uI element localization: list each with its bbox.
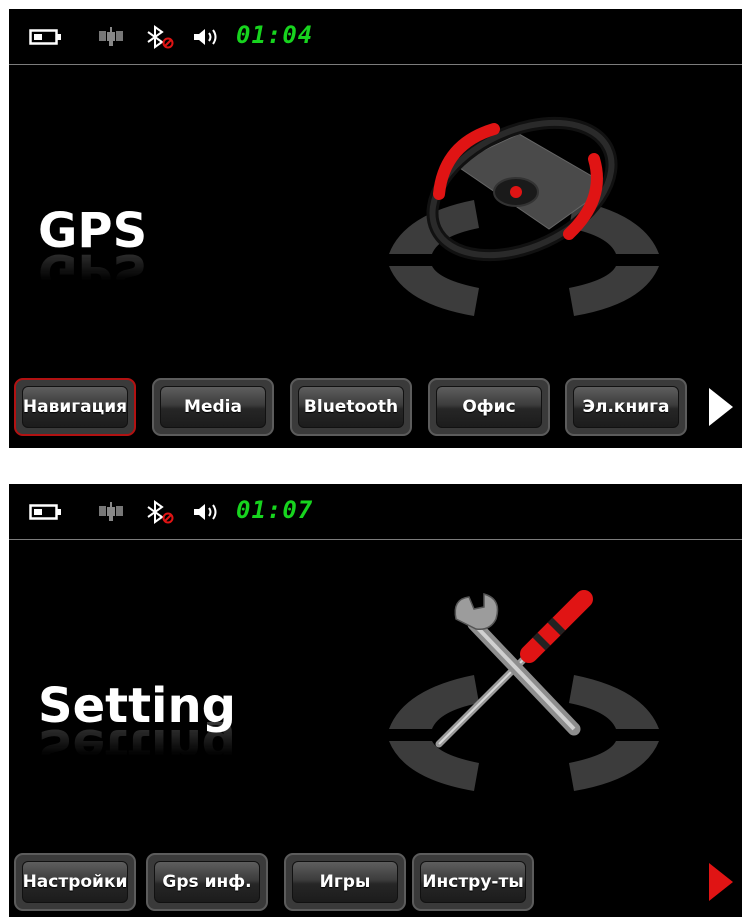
clock: 01:04 [236, 21, 314, 49]
page-title-reflection: GPS [38, 243, 148, 299]
dock-button-settings[interactable]: Настройки [14, 853, 136, 911]
status-bar: 01:04 [9, 9, 742, 65]
dock-button-label: Gps инф. [162, 872, 252, 892]
dock-button-games[interactable]: Игры [284, 853, 406, 911]
dock-button-label: Эл.книга [582, 397, 670, 417]
dock-button-tools[interactable]: Инстру-ты [412, 853, 534, 911]
status-divider [9, 64, 742, 65]
next-arrow-icon[interactable] [709, 388, 733, 426]
status-bar: 01:07 [9, 484, 742, 540]
dock-button-gps-info[interactable]: Gps инф. [146, 853, 268, 911]
dock-button-label: Media [184, 397, 242, 417]
dock-button-label: Инстру-ты [422, 872, 524, 892]
home-screen-gps: 01:04 GPS GPS Навигация Media Bluetooth [9, 9, 742, 448]
dock-button-label: Настройки [22, 872, 128, 892]
battery-icon [29, 502, 63, 522]
dock-button-label: Игры [319, 872, 371, 892]
wrench-screwdriver-icon [389, 590, 659, 791]
dock-button-office[interactable]: Офис [428, 378, 550, 436]
clock: 01:07 [236, 496, 314, 524]
dock-button-bluetooth[interactable]: Bluetooth [290, 378, 412, 436]
status-divider [9, 539, 742, 540]
home-screen-setting: 01:07 Setting Setting Настройки Gps инф. [9, 484, 742, 917]
dock-button-ebook[interactable]: Эл.книга [565, 378, 687, 436]
dock-button-media[interactable]: Media [152, 378, 274, 436]
dock-button-label: Bluetooth [303, 397, 399, 417]
dock-button-label: Офис [462, 397, 516, 417]
bluetooth-off-icon [145, 500, 175, 524]
page-title-reflection: Setting [38, 718, 236, 774]
volume-icon [192, 27, 222, 47]
gps-icon [97, 502, 125, 522]
gps-icon [97, 27, 125, 47]
dock-button-navigation[interactable]: Навигация [14, 378, 136, 436]
steering-wheel-icon [389, 116, 659, 316]
volume-icon [192, 502, 222, 522]
dock-button-label: Навигация [22, 397, 128, 417]
bluetooth-off-icon [145, 25, 175, 49]
next-arrow-icon[interactable] [709, 863, 733, 901]
battery-icon [29, 27, 63, 47]
